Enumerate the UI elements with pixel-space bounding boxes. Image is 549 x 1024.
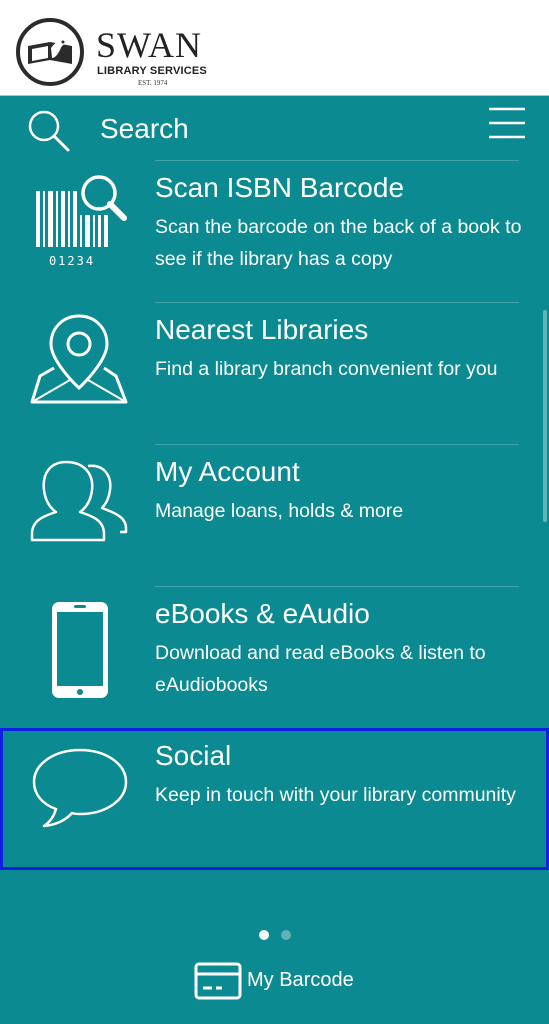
menu-item-ebooks-eaudio[interactable]: eBooks & eAudio Download and read eBooks… bbox=[0, 586, 549, 728]
card-icon bbox=[194, 962, 242, 1000]
smartphone-icon bbox=[52, 602, 108, 698]
menu-item-social[interactable]: Social Keep in touch with your library c… bbox=[0, 728, 549, 870]
menu-item-description: Keep in touch with your library communit… bbox=[155, 784, 516, 806]
menu-item-nearest-libraries[interactable]: Nearest Libraries Find a library branch … bbox=[0, 302, 549, 444]
search-bar[interactable]: Search bbox=[0, 96, 549, 160]
menu-item-scan-isbn[interactable]: 01234 Scan ISBN Barcode Scan the barcode… bbox=[0, 160, 549, 302]
divider bbox=[155, 444, 519, 445]
divider bbox=[155, 302, 519, 303]
users-icon bbox=[30, 460, 128, 542]
main-panel: Search 01234 Scan ISBN Barcode Scan the … bbox=[0, 96, 549, 1024]
search-icon[interactable] bbox=[26, 108, 72, 154]
menu-item-title: My Account bbox=[155, 456, 300, 487]
speech-bubble-icon bbox=[32, 748, 128, 828]
menu-item-my-account[interactable]: My Account Manage loans, holds & more bbox=[0, 444, 549, 586]
menu-item-description: Manage loans, holds & more bbox=[155, 500, 404, 522]
divider bbox=[155, 586, 519, 587]
divider bbox=[155, 160, 519, 161]
menu-item-title: eBooks & eAudio bbox=[155, 598, 370, 629]
page-indicator bbox=[0, 930, 549, 942]
barcode-digits: 01234 bbox=[49, 254, 95, 268]
menu-item-description: Scan the barcode on the back of a book t… bbox=[155, 216, 522, 270]
swan-logo-icon bbox=[16, 18, 84, 86]
menu-item-title: Social bbox=[155, 740, 232, 771]
logo-est: EST. 1974 bbox=[138, 79, 168, 87]
menu-item-title: Scan ISBN Barcode bbox=[155, 172, 405, 203]
my-barcode-label[interactable]: My Barcode bbox=[247, 968, 354, 992]
barcode-scan-icon: 01234 bbox=[36, 175, 127, 268]
page-dot-active[interactable] bbox=[259, 930, 269, 940]
hamburger-menu-icon[interactable] bbox=[488, 106, 526, 140]
app-header: SWAN LIBRARY SERVICES EST. 1974 bbox=[0, 0, 549, 96]
menu-item-description: Find a library branch convenient for you bbox=[155, 358, 498, 380]
logo-name: SWAN bbox=[96, 25, 203, 65]
menu-item-description: Download and read eBooks & listen to eAu… bbox=[155, 642, 486, 696]
map-pin-icon bbox=[30, 314, 128, 404]
logo-subtitle: LIBRARY SERVICES bbox=[97, 65, 207, 77]
search-label[interactable]: Search bbox=[100, 112, 189, 146]
menu-item-title: Nearest Libraries bbox=[155, 314, 369, 345]
page-dot[interactable] bbox=[281, 930, 291, 940]
